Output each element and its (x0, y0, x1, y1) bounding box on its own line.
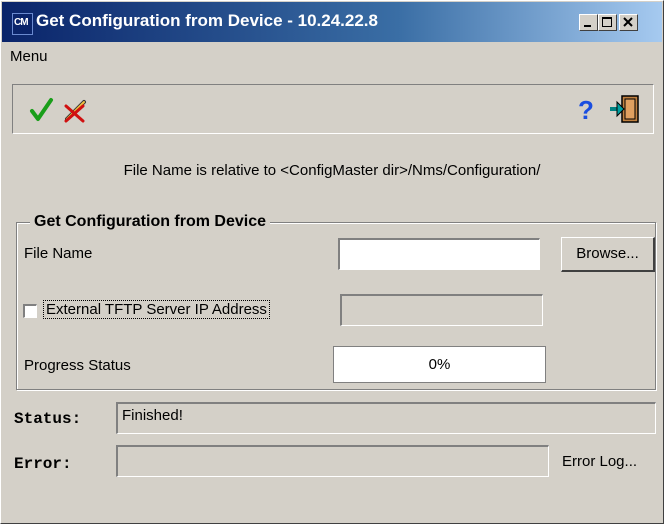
window-title: Get Configuration from Device - 10.24.22… (36, 11, 378, 30)
close-icon (623, 17, 633, 27)
checkmark-icon[interactable] (29, 97, 55, 123)
toolbar: ? (12, 84, 654, 134)
file-name-label: File Name (24, 245, 93, 262)
help-icon[interactable]: ? (578, 95, 594, 126)
browse-button[interactable]: Browse... (561, 237, 655, 272)
file-name-input[interactable] (338, 238, 540, 270)
tftp-ip-input (340, 294, 543, 326)
maximize-icon (602, 17, 612, 27)
info-text: File Name is relative to <ConfigMaster d… (123, 162, 541, 179)
minimize-icon (584, 25, 591, 27)
menu-item-menu[interactable]: Menu (10, 48, 48, 65)
error-label: Error: (14, 455, 72, 473)
tftp-checkbox[interactable] (23, 304, 37, 318)
exit-door-icon[interactable] (609, 94, 641, 124)
title-bar[interactable]: CM Get Configuration from Device - 10.24… (2, 2, 662, 42)
minimize-button[interactable] (579, 14, 598, 31)
close-button[interactable] (619, 14, 638, 31)
maximize-button[interactable] (598, 14, 617, 31)
progress-bar: 0% (333, 346, 546, 383)
status-label: Status: (14, 410, 82, 428)
status-field: Finished! (116, 402, 656, 434)
edit-cancel-icon[interactable] (63, 97, 89, 123)
progress-status-label: Progress Status (24, 357, 131, 374)
tftp-label[interactable]: External TFTP Server IP Address (43, 300, 270, 319)
app-icon: CM (12, 13, 33, 35)
groupbox-title: Get Configuration from Device (30, 213, 271, 231)
error-field (116, 445, 549, 477)
error-log-link[interactable]: Error Log... (562, 453, 637, 470)
